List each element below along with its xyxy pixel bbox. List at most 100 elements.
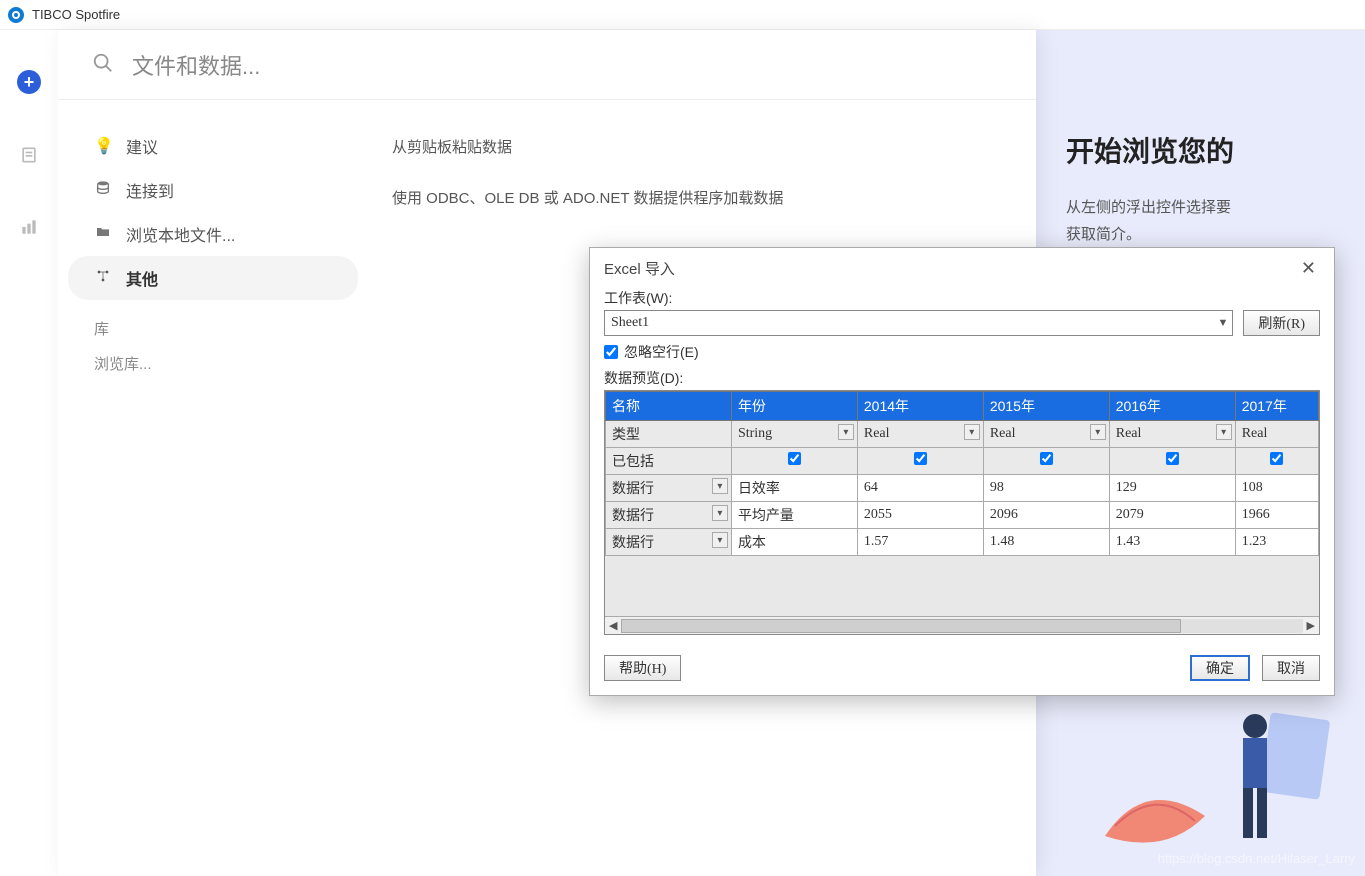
- preview-label: 数据预览(D):: [604, 368, 1320, 388]
- cell: 1.48: [983, 529, 1109, 556]
- nav-item-other[interactable]: 其他: [68, 256, 358, 300]
- include-2015-checkbox[interactable]: [1040, 452, 1053, 465]
- table-row: 数据行▾ 日效率 64 98 129 108: [606, 475, 1319, 502]
- ok-button[interactable]: 确定: [1190, 655, 1250, 681]
- add-button[interactable]: +: [17, 70, 41, 94]
- row-type-select[interactable]: 数据行▾: [606, 475, 732, 502]
- table-row: 数据行▾ 成本 1.57 1.48 1.43 1.23: [606, 529, 1319, 556]
- search-input[interactable]: 文件和数据...: [132, 49, 260, 81]
- search-row: 文件和数据...: [58, 30, 1036, 100]
- scroll-left-icon[interactable]: ◀: [609, 619, 617, 632]
- nav-item-browse-local[interactable]: 浏览本地文件...: [68, 212, 358, 256]
- welcome-heading: 开始浏览您的: [1066, 130, 1365, 170]
- watermark: https://blog.csdn.net/Hilaser_Larry: [1158, 851, 1355, 866]
- worksheet-select[interactable]: Sheet1 ▼: [604, 310, 1233, 336]
- welcome-line1: 从左侧的浮出控件选择要: [1066, 194, 1365, 221]
- lightbulb-icon: 💡: [94, 136, 112, 156]
- row-type-select[interactable]: 数据行▾: [606, 529, 732, 556]
- included-row: 已包括: [606, 448, 1319, 475]
- content-paste-clipboard[interactable]: 从剪贴板粘贴数据: [392, 136, 1012, 157]
- titlebar: TIBCO Spotfire: [0, 0, 1365, 30]
- nav-label: 建议: [126, 134, 158, 158]
- header-2014[interactable]: 2014年: [857, 392, 983, 421]
- nav-column: 💡 建议 连接到 浏览本地文件... 其他 库: [58, 124, 368, 380]
- cell: 2096: [983, 502, 1109, 529]
- cell: 98: [983, 475, 1109, 502]
- chevron-down-icon: ▾: [712, 532, 728, 548]
- content-load-odbc[interactable]: 使用 ODBC、OLE DB 或 ADO.NET 数据提供程序加载数据: [392, 187, 1012, 208]
- document-icon[interactable]: [18, 144, 40, 166]
- scroll-thumb[interactable]: [621, 619, 1181, 633]
- cell: 2055: [857, 502, 983, 529]
- chevron-down-icon: ▾: [838, 424, 854, 440]
- library-section-label: 库: [68, 300, 358, 347]
- included-label: 已包括: [606, 448, 732, 475]
- cell: 1966: [1235, 502, 1318, 529]
- ignore-empty-checkbox[interactable]: 忽略空行(E): [604, 342, 1320, 362]
- cell: 日效率: [731, 475, 857, 502]
- data-preview-table: 名称 年份 2014年 2015年 2016年 2017年 类型 String▾…: [604, 390, 1320, 635]
- chevron-down-icon: ▾: [964, 424, 980, 440]
- type-select-year[interactable]: String▾: [731, 421, 857, 448]
- chart-icon[interactable]: [18, 216, 40, 238]
- include-2017-checkbox[interactable]: [1270, 452, 1283, 465]
- vertical-toolbar: +: [0, 30, 58, 876]
- ignore-empty-input[interactable]: [604, 345, 618, 359]
- nav-item-suggestions[interactable]: 💡 建议: [68, 124, 358, 168]
- search-icon: [92, 52, 114, 77]
- worksheet-label: 工作表(W):: [604, 288, 1320, 308]
- cell: 1.23: [1235, 529, 1318, 556]
- other-icon: [94, 268, 112, 289]
- cell: 1.43: [1109, 529, 1235, 556]
- chevron-down-icon: ▾: [712, 478, 728, 494]
- excel-import-dialog: Excel 导入 ✕ 工作表(W): Sheet1 ▼ 刷新(R) 忽略空行(E…: [589, 247, 1335, 696]
- cell: 129: [1109, 475, 1235, 502]
- header-2017[interactable]: 2017年: [1235, 392, 1318, 421]
- table-empty-area: [605, 556, 1319, 616]
- dialog-title: Excel 导入: [604, 258, 675, 279]
- nav-label: 浏览本地文件...: [126, 222, 235, 246]
- type-select-2017[interactable]: Real: [1235, 421, 1318, 448]
- worksheet-value: Sheet1: [611, 315, 649, 331]
- scroll-track[interactable]: [621, 619, 1302, 633]
- chevron-down-icon: ▼: [1217, 317, 1228, 329]
- dialog-titlebar: Excel 导入 ✕: [590, 248, 1334, 288]
- table-header-row: 名称 年份 2014年 2015年 2016年 2017年: [606, 392, 1319, 421]
- chevron-down-icon: ▾: [1090, 424, 1106, 440]
- include-2016-checkbox[interactable]: [1166, 452, 1179, 465]
- header-year[interactable]: 年份: [731, 392, 857, 421]
- cancel-button[interactable]: 取消: [1262, 655, 1320, 681]
- header-2015[interactable]: 2015年: [983, 392, 1109, 421]
- horizontal-scrollbar[interactable]: ◀ ▶: [605, 616, 1319, 634]
- browse-library-link[interactable]: 浏览库...: [68, 347, 358, 380]
- type-row-label: 类型: [606, 421, 732, 448]
- table-row: 数据行▾ 平均产量 2055 2096 2079 1966: [606, 502, 1319, 529]
- dialog-footer: 帮助(H) 确定 取消: [590, 645, 1334, 695]
- cell: 108: [1235, 475, 1318, 502]
- cell: 成本: [731, 529, 857, 556]
- cell: 64: [857, 475, 983, 502]
- type-select-2014[interactable]: Real▾: [857, 421, 983, 448]
- help-button[interactable]: 帮助(H): [604, 655, 681, 681]
- type-select-2015[interactable]: Real▾: [983, 421, 1109, 448]
- refresh-button[interactable]: 刷新(R): [1243, 310, 1320, 336]
- type-row: 类型 String▾ Real▾ Real▾ Real▾ Real: [606, 421, 1319, 448]
- header-2016[interactable]: 2016年: [1109, 392, 1235, 421]
- scroll-right-icon[interactable]: ▶: [1307, 619, 1315, 632]
- folder-icon: [94, 224, 112, 245]
- ignore-empty-label: 忽略空行(E): [624, 342, 699, 362]
- cell: 2079: [1109, 502, 1235, 529]
- database-icon: [94, 180, 112, 201]
- nav-item-connect[interactable]: 连接到: [68, 168, 358, 212]
- cell: 平均产量: [731, 502, 857, 529]
- welcome-line2: 获取简介。: [1066, 221, 1365, 248]
- chevron-down-icon: ▾: [712, 505, 728, 521]
- cell: 1.57: [857, 529, 983, 556]
- include-2014-checkbox[interactable]: [914, 452, 927, 465]
- header-name[interactable]: 名称: [606, 392, 732, 421]
- row-type-select[interactable]: 数据行▾: [606, 502, 732, 529]
- type-select-2016[interactable]: Real▾: [1109, 421, 1235, 448]
- app-icon: [8, 7, 24, 23]
- close-icon[interactable]: ✕: [1297, 254, 1320, 283]
- include-year-checkbox[interactable]: [788, 452, 801, 465]
